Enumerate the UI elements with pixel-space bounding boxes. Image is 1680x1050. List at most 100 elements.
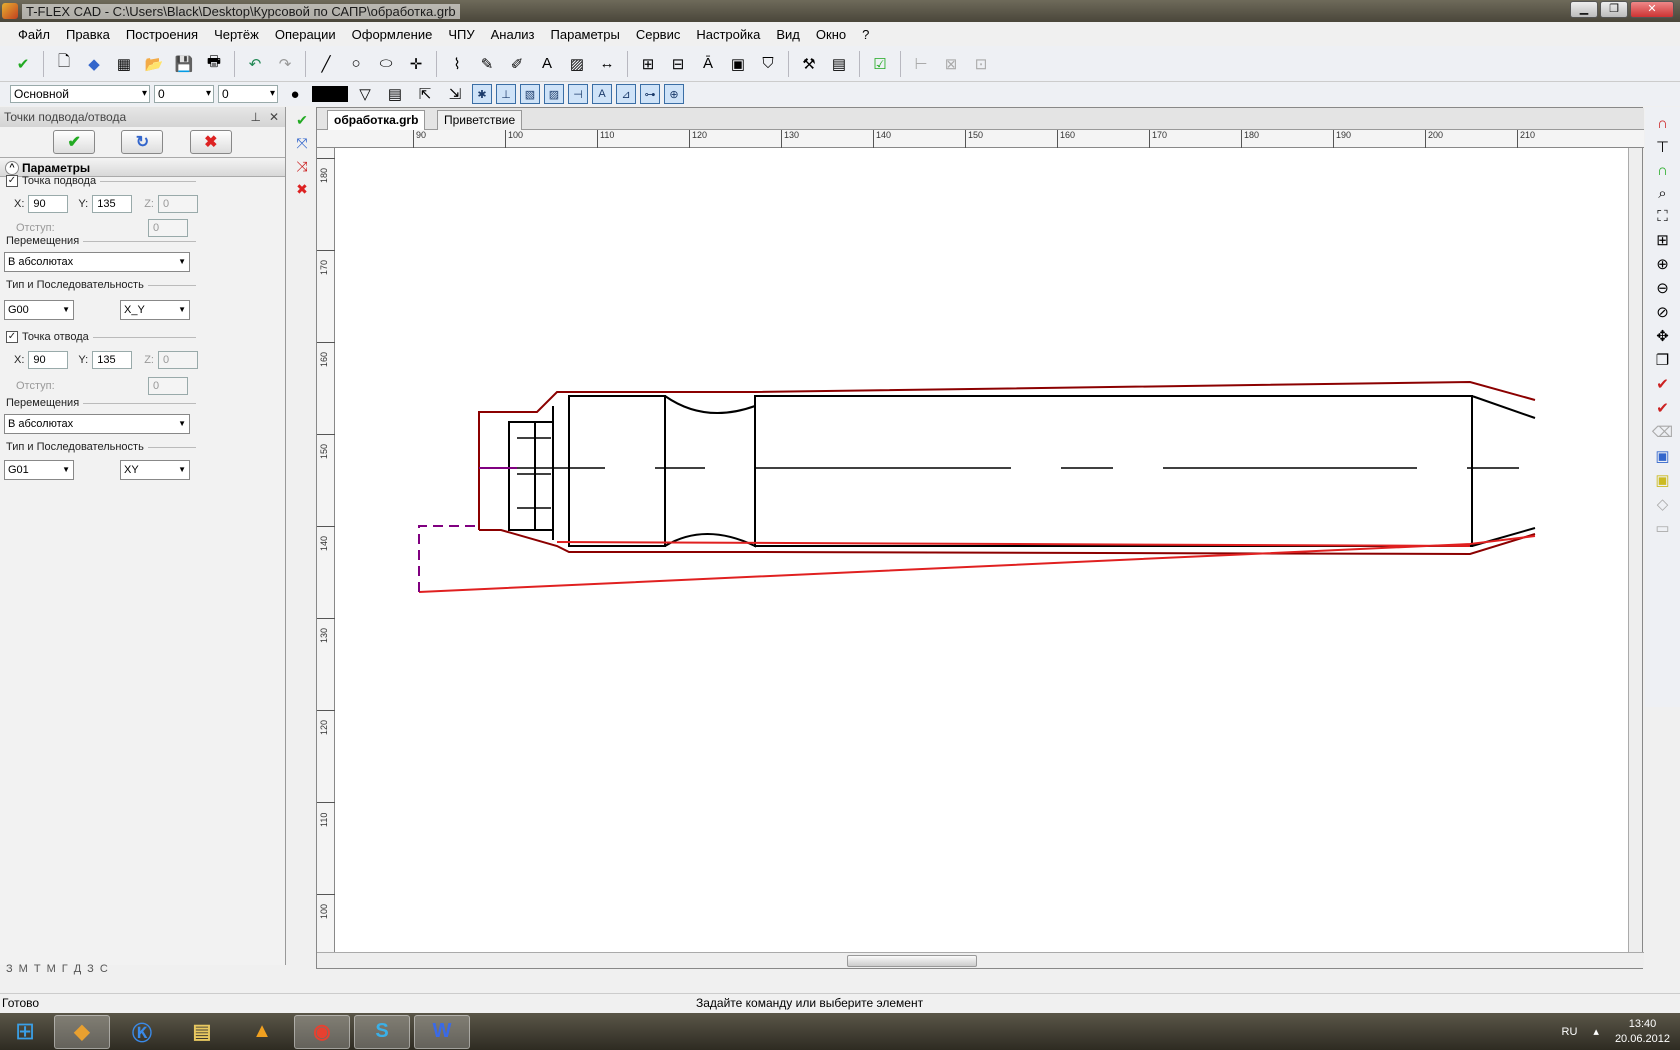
color-swatch[interactable] bbox=[312, 86, 348, 102]
disabled-tool-1-icon[interactable]: ⊢ bbox=[908, 51, 934, 77]
refresh-button[interactable]: ↻ bbox=[121, 130, 164, 154]
menu-view[interactable]: Вид bbox=[768, 27, 808, 42]
edit-icon[interactable]: ✐ bbox=[504, 51, 530, 77]
clock[interactable]: 13:40 20.06.2012 bbox=[1615, 1017, 1670, 1047]
vertical-scrollbar[interactable] bbox=[1628, 148, 1642, 954]
cube-icon[interactable]: ▣ bbox=[1655, 447, 1669, 465]
snap-4-icon[interactable]: ▨ bbox=[544, 84, 564, 104]
zoom-window-icon[interactable]: ⌕ bbox=[1658, 185, 1666, 202]
line-icon[interactable]: ╱ bbox=[313, 51, 339, 77]
skype-taskbar-icon[interactable]: S bbox=[354, 1014, 410, 1049]
fragment-list-icon[interactable]: ⊟ bbox=[665, 51, 691, 77]
print-icon[interactable]: 🖶 bbox=[201, 51, 227, 77]
filter-list-icon[interactable]: ▤ bbox=[382, 81, 408, 107]
magnet-green-icon[interactable]: ∩ bbox=[1657, 162, 1668, 179]
retract-checkbox[interactable]: ✓ bbox=[6, 331, 18, 343]
word-taskbar-icon[interactable]: W bbox=[414, 1014, 470, 1049]
close-panel-icon[interactable]: ✕ bbox=[269, 107, 279, 127]
align-text-icon[interactable]: Ā bbox=[695, 51, 721, 77]
zoom-in-icon[interactable]: ⊕ bbox=[1656, 255, 1669, 273]
snap-8-icon[interactable]: ⊶ bbox=[640, 84, 660, 104]
retract-y-input[interactable]: 135 bbox=[92, 351, 133, 369]
confirm-icon[interactable]: ✔ bbox=[10, 51, 36, 77]
menu-service[interactable]: Сервис bbox=[628, 27, 689, 42]
menu-operations[interactable]: Операции bbox=[267, 27, 344, 42]
shield-icon[interactable]: ⛉ bbox=[755, 51, 781, 77]
calculator-icon[interactable]: ▤ bbox=[826, 51, 852, 77]
approach-y-input[interactable]: 135 bbox=[92, 195, 133, 213]
seq1-order-select[interactable]: X_Y bbox=[120, 300, 190, 320]
snap-7-icon[interactable]: ⊿ bbox=[616, 84, 636, 104]
panel-tab-4[interactable]: М bbox=[47, 963, 56, 975]
windows-start-icon[interactable]: ⊞ bbox=[0, 1014, 50, 1050]
color-palette-icon[interactable]: ● bbox=[282, 81, 308, 107]
menu-window[interactable]: Окно bbox=[808, 27, 854, 42]
unselect-point-icon[interactable]: ⤨ bbox=[296, 158, 307, 175]
redo-icon[interactable]: ↷ bbox=[272, 51, 298, 77]
snap-3-icon[interactable]: ▧ bbox=[520, 84, 540, 104]
zoom-out-icon[interactable]: ⊖ bbox=[1656, 279, 1669, 297]
sketch-icon[interactable]: ✎ bbox=[474, 51, 500, 77]
snap-6-icon[interactable]: A bbox=[592, 84, 612, 104]
tab-obrabotka[interactable]: обработка.grb bbox=[327, 110, 426, 130]
select-icon[interactable]: ⇱ bbox=[412, 81, 438, 107]
tools-icon[interactable]: ⚒ bbox=[796, 51, 822, 77]
polyline-icon[interactable]: ⌇ bbox=[444, 51, 470, 77]
zoom-prev-icon[interactable]: ⊘ bbox=[1656, 303, 1669, 321]
text-icon[interactable]: A bbox=[534, 51, 560, 77]
panel-tab-2[interactable]: М bbox=[19, 963, 28, 975]
panel-tab-3[interactable]: Т bbox=[34, 963, 41, 975]
new-file-icon[interactable]: 🗋 bbox=[51, 51, 77, 77]
panel-tab-7[interactable]: З bbox=[87, 963, 94, 975]
select-point-icon[interactable]: ⤧ bbox=[296, 135, 307, 152]
window-icon[interactable]: ▭ bbox=[1655, 519, 1669, 537]
pin-icon[interactable]: ⊥ bbox=[251, 107, 261, 127]
menu-cnc[interactable]: ЧПУ bbox=[440, 27, 482, 42]
disabled-cube-icon[interactable]: ◇ bbox=[1657, 495, 1669, 513]
tab-welcome[interactable]: Приветствие bbox=[437, 110, 523, 130]
menu-help[interactable]: ? bbox=[854, 27, 877, 42]
ellipse-icon[interactable]: ⬭ bbox=[373, 51, 399, 77]
ok-button[interactable]: ✔ bbox=[53, 130, 96, 154]
pan-icon[interactable]: ✥ bbox=[1656, 327, 1669, 345]
deselect-icon[interactable]: ⇲ bbox=[442, 81, 468, 107]
menu-parameters[interactable]: Параметры bbox=[543, 27, 628, 42]
minimize-button[interactable]: ▁ bbox=[1570, 1, 1598, 18]
section-parameters[interactable]: Параметры bbox=[0, 157, 285, 177]
menu-analysis[interactable]: Анализ bbox=[483, 27, 543, 42]
snap-9-icon[interactable]: ⊕ bbox=[664, 84, 684, 104]
chrome-taskbar-icon[interactable]: ◉ bbox=[294, 1014, 350, 1049]
avast-taskbar-icon[interactable]: ▲ bbox=[234, 1015, 290, 1049]
menu-file[interactable]: Файл bbox=[10, 27, 58, 42]
horizontal-scrollbar[interactable] bbox=[317, 952, 1644, 968]
drawing-canvas[interactable] bbox=[335, 148, 1634, 954]
retract-offset-input[interactable]: 0 bbox=[148, 377, 188, 395]
snap-2-icon[interactable]: ⊥ bbox=[496, 84, 516, 104]
menu-design[interactable]: Оформление bbox=[344, 27, 441, 42]
pin-snap-icon[interactable]: ⊤ bbox=[1656, 138, 1669, 156]
cube-yellow-icon[interactable]: ▣ bbox=[1655, 471, 1669, 489]
retract-x-input[interactable]: 90 bbox=[28, 351, 69, 369]
move2-select[interactable]: В абсолютах bbox=[4, 414, 190, 434]
disabled-tool-2-icon[interactable]: ⊠ bbox=[938, 51, 964, 77]
dimension-icon[interactable]: ↔ bbox=[594, 51, 620, 77]
hatch-icon[interactable]: ▨ bbox=[564, 51, 590, 77]
retract-z-input[interactable]: 0 bbox=[157, 351, 198, 369]
fit-view-icon[interactable]: ⛶ bbox=[1657, 208, 1668, 225]
tray-arrow-icon[interactable]: ▴ bbox=[1593, 1025, 1599, 1038]
snap-5-icon[interactable]: ⊣ bbox=[568, 84, 588, 104]
check-blue-icon[interactable]: ✔ bbox=[1656, 399, 1669, 417]
level-select-1[interactable]: 0 bbox=[154, 85, 214, 103]
scroll-thumb[interactable] bbox=[847, 955, 977, 967]
circle-icon[interactable]: ○ bbox=[343, 51, 369, 77]
image-icon[interactable]: ▣ bbox=[725, 51, 751, 77]
new-3d-icon[interactable]: ◆ bbox=[81, 51, 107, 77]
disabled-tool-3-icon[interactable]: ⊡ bbox=[968, 51, 994, 77]
close-window-button[interactable]: ✕ bbox=[1630, 1, 1674, 18]
copy-view-icon[interactable]: ❐ bbox=[1656, 351, 1669, 369]
explorer-taskbar-icon[interactable]: ▤ bbox=[174, 1015, 230, 1049]
kompas-taskbar-icon[interactable]: Ⓚ bbox=[114, 1015, 170, 1049]
filter-icon[interactable]: ▽ bbox=[352, 81, 378, 107]
eraser-icon[interactable]: ⌫ bbox=[1652, 423, 1673, 441]
maximize-button[interactable]: ❐ bbox=[1600, 1, 1628, 18]
